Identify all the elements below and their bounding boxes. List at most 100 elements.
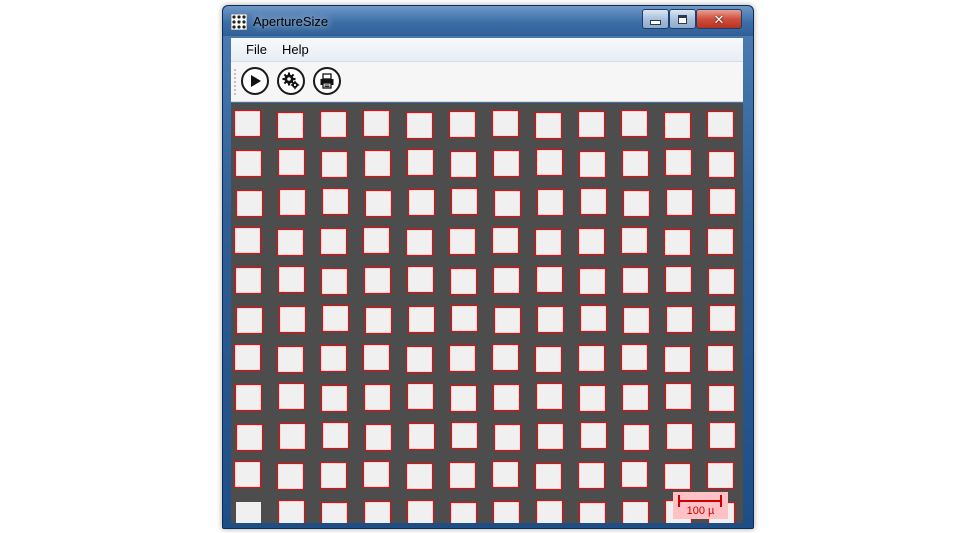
aperture-cell	[534, 345, 563, 374]
title-bar[interactable]: ApertureSize ✕	[223, 6, 753, 36]
aperture-cell	[707, 267, 736, 296]
aperture	[579, 229, 604, 254]
minimize-button[interactable]	[642, 9, 669, 29]
aperture-cell	[233, 343, 262, 372]
aperture-cell	[664, 382, 693, 411]
aperture	[581, 189, 606, 214]
aperture-cell	[277, 382, 306, 411]
aperture-cell	[276, 111, 305, 140]
aperture-cell	[620, 109, 649, 138]
aperture	[708, 229, 733, 254]
print-button[interactable]	[313, 67, 341, 95]
aperture-cell	[362, 343, 391, 372]
aperture	[235, 462, 260, 487]
aperture	[407, 347, 432, 372]
aperture	[235, 345, 260, 370]
aperture-cell	[663, 462, 692, 491]
toolbar	[231, 62, 743, 102]
aperture-cell	[706, 110, 735, 139]
maximize-icon	[678, 14, 687, 24]
settings-button[interactable]	[277, 67, 305, 95]
aperture	[624, 191, 649, 216]
menu-bar: File Help	[231, 38, 743, 62]
aperture-cell	[362, 109, 391, 138]
aperture	[537, 501, 562, 523]
run-button[interactable]	[241, 67, 269, 95]
aperture	[579, 463, 604, 488]
aperture-cell	[450, 187, 479, 216]
aperture-cell	[706, 461, 735, 490]
aperture-cell	[621, 266, 650, 295]
aperture-cell	[320, 267, 349, 296]
aperture-cell	[534, 462, 563, 491]
aperture-cell	[320, 501, 349, 523]
aperture	[452, 189, 477, 214]
aperture	[493, 462, 518, 487]
aperture-cell	[276, 345, 305, 374]
aperture	[322, 269, 347, 294]
aperture	[366, 425, 391, 450]
aperture	[452, 306, 477, 331]
aperture	[624, 425, 649, 450]
aperture-cell	[535, 499, 564, 523]
aperture-cell	[577, 227, 606, 256]
aperture-cell	[235, 306, 264, 335]
aperture	[451, 269, 476, 294]
aperture	[538, 307, 563, 332]
aperture-cell	[707, 384, 736, 413]
aperture-cell	[450, 421, 479, 450]
aperture	[667, 307, 692, 332]
aperture	[537, 384, 562, 409]
aperture	[709, 152, 734, 177]
aperture	[278, 464, 303, 489]
aperture	[536, 113, 561, 138]
aperture	[279, 501, 304, 523]
aperture	[667, 424, 692, 449]
aperture-cell	[449, 150, 478, 179]
aperture	[579, 346, 604, 371]
aperture	[666, 384, 691, 409]
aperture	[708, 346, 733, 371]
aperture-cell	[449, 384, 478, 413]
aperture	[407, 113, 432, 138]
aperture-image-view[interactable]: 100 µ	[231, 103, 743, 523]
aperture	[322, 386, 347, 411]
aperture	[581, 423, 606, 448]
aperture-cell	[406, 148, 435, 177]
aperture-cell	[708, 304, 737, 333]
aperture	[279, 267, 304, 292]
aperture-cell	[320, 150, 349, 179]
aperture	[321, 112, 346, 137]
menu-file[interactable]: File	[241, 42, 272, 57]
aperture-cell	[362, 460, 391, 489]
aperture-cell	[448, 344, 477, 373]
toolbar-grip[interactable]	[234, 68, 236, 96]
aperture	[323, 189, 348, 214]
aperture	[237, 308, 262, 333]
aperture-cell	[407, 305, 436, 334]
aperture-cell	[536, 305, 565, 334]
aperture	[237, 425, 262, 450]
aperture	[322, 503, 347, 523]
aperture	[494, 151, 519, 176]
aperture-cell	[577, 461, 606, 490]
close-button[interactable]: ✕	[696, 9, 742, 29]
close-icon: ✕	[713, 11, 725, 27]
aperture-cell	[493, 423, 522, 452]
aperture	[409, 190, 434, 215]
aperture	[495, 191, 520, 216]
aperture	[710, 306, 735, 331]
aperture	[536, 347, 561, 372]
aperture-cell	[449, 501, 478, 523]
aperture-cell	[491, 109, 520, 138]
aperture	[408, 501, 433, 523]
aperture-cell	[579, 421, 608, 450]
aperture-cell	[491, 460, 520, 489]
app-icon	[231, 14, 247, 30]
aperture-cell	[407, 422, 436, 451]
aperture-cell	[493, 189, 522, 218]
maximize-button[interactable]	[669, 9, 696, 29]
aperture-cell	[620, 226, 649, 255]
menu-help[interactable]: Help	[277, 42, 314, 57]
aperture	[622, 345, 647, 370]
